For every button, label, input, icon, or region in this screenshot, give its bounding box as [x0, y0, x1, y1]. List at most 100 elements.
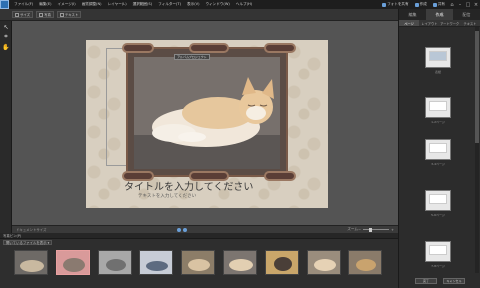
- page-thumbnail-content: [429, 245, 447, 255]
- move-tool-icon[interactable]: ↖: [2, 23, 10, 31]
- zoom-slider-knob[interactable]: [368, 227, 372, 232]
- bin-thumbnail[interactable]: [181, 250, 216, 275]
- menu-window[interactable]: ウィンドウ(W): [202, 2, 232, 7]
- option-photo-label: 写真: [44, 13, 51, 17]
- bin-thumbnail[interactable]: [97, 250, 132, 275]
- share-menu-button[interactable]: 共有: [430, 2, 448, 7]
- subtab-layout[interactable]: レイアウト: [419, 20, 439, 26]
- page-thumbnail[interactable]: [425, 241, 451, 262]
- cat-photo[interactable]: [134, 57, 280, 169]
- menu-right-group: フォトを共有 作成 共有 ⌂ – □ ×: [379, 1, 480, 9]
- checkbox-icon: [59, 12, 64, 17]
- page-thumbnail-content: [429, 101, 447, 111]
- ornament-right: [264, 43, 296, 53]
- zoom-slider[interactable]: [362, 227, 389, 232]
- options-bar: サイズ 写真 テキスト: [0, 9, 398, 21]
- tab-create[interactable]: 作成: [426, 9, 453, 20]
- option-photo[interactable]: 写真: [36, 11, 54, 18]
- menu-layer[interactable]: レイヤー(L): [105, 2, 130, 7]
- checkbox-icon: [15, 12, 19, 17]
- menu-view[interactable]: 表示(V): [184, 2, 202, 7]
- bin-thumbnail[interactable]: [222, 250, 257, 275]
- menu-image[interactable]: イメージ(I): [55, 2, 79, 7]
- create-menu-button[interactable]: 作成: [412, 2, 430, 7]
- photo-frame[interactable]: アルバムプロジェクト: [122, 43, 296, 181]
- option-size-label: サイズ: [20, 13, 31, 17]
- ornament-middle: [189, 43, 229, 53]
- app-icon[interactable]: [0, 0, 9, 9]
- zoom-in-icon[interactable]: +: [391, 228, 394, 232]
- menu-enhance[interactable]: 画質調整(N): [79, 2, 105, 7]
- panel-subtabs: ページ レイアウト アートワーク テキスト: [399, 20, 480, 27]
- bin-thumbnail-selected[interactable]: [55, 250, 90, 275]
- menu-edit[interactable]: 編集(E): [36, 2, 54, 7]
- bin-filter-dropdown[interactable]: 開いているファイルを表示 ▾: [3, 240, 53, 245]
- page-title-placeholder[interactable]: タイトルを入力してください: [124, 178, 253, 193]
- page-thumbnail[interactable]: [425, 190, 451, 211]
- page-label: 7-8ページ: [431, 264, 445, 268]
- page-thumbnail[interactable]: [425, 139, 451, 160]
- page-label: 5-6ページ: [431, 213, 445, 217]
- bin-filter-label: 開いているファイルを表示: [6, 241, 47, 245]
- page-label: 1-2ページ: [431, 120, 445, 124]
- create-menu-label: 作成: [419, 2, 427, 6]
- page-thumbnail[interactable]: [425, 47, 451, 68]
- photo-bin: 写真ビン(P) 開いているファイルを表示 ▾: [0, 233, 398, 288]
- share-photos-button[interactable]: フォトを共有: [379, 2, 412, 7]
- bin-thumbnail[interactable]: [264, 250, 299, 275]
- thumbnail-image: [265, 251, 298, 274]
- thumbnail-image: [307, 251, 340, 274]
- menu-filter[interactable]: フィルター(T): [155, 2, 184, 7]
- page-nav: [176, 227, 188, 232]
- tab-edit[interactable]: 編集: [399, 9, 426, 20]
- option-size[interactable]: サイズ: [12, 11, 34, 18]
- zoom-label: ズーム: [347, 227, 358, 231]
- option-text[interactable]: テキスト: [56, 11, 82, 18]
- subtab-artwork[interactable]: アートワーク: [440, 20, 460, 26]
- tab-share[interactable]: 配信: [453, 9, 480, 20]
- document-size: ドキュメントサイズ: [16, 228, 47, 232]
- thumbnail-image: [223, 251, 256, 274]
- menu-help[interactable]: ヘルプ(H): [233, 2, 255, 7]
- menu-file[interactable]: ファイル(F): [11, 2, 36, 7]
- page-label: 3-4ページ: [431, 162, 445, 166]
- ornament-right: [264, 171, 296, 181]
- bin-thumbnail[interactable]: [348, 250, 383, 275]
- thumbnail-image: [349, 251, 382, 274]
- minimize-icon[interactable]: –: [456, 1, 464, 9]
- close-icon[interactable]: ×: [472, 1, 480, 9]
- menu-bar: ファイル(F) 編集(E) イメージ(I) 画質調整(N) レイヤー(L) 選択…: [0, 0, 480, 9]
- share-icon: [382, 2, 387, 7]
- panel-tabs: 編集 作成 配信: [399, 9, 480, 20]
- cancel-button[interactable]: キャンセル: [443, 277, 465, 284]
- create-icon: [414, 2, 419, 7]
- right-panel: 編集 作成 配信 ページ レイアウト アートワーク テキスト 表紙 1-2ページ…: [398, 9, 480, 288]
- done-button[interactable]: 完了: [415, 277, 437, 284]
- hand-tool-icon[interactable]: ✋: [2, 43, 10, 51]
- scrollbar-thumb[interactable]: [475, 31, 479, 143]
- bin-thumbnail[interactable]: [14, 250, 48, 275]
- frame-chip[interactable]: アルバムプロジェクト: [174, 54, 210, 60]
- share-menu-icon: [432, 2, 437, 7]
- pages-scrollbar[interactable]: [475, 27, 479, 273]
- thumbnail-image: [140, 251, 173, 274]
- next-page-icon[interactable]: [183, 227, 188, 232]
- bin-thumbnail[interactable]: [306, 250, 341, 275]
- page-thumbnail[interactable]: [425, 97, 451, 118]
- subtab-text[interactable]: テキスト: [460, 20, 480, 26]
- menu-select[interactable]: 選択範囲(S): [130, 2, 155, 7]
- crop-tool-icon[interactable]: ⌗: [2, 33, 10, 41]
- page-subtitle-placeholder[interactable]: テキストを入力してください: [138, 193, 196, 199]
- checkbox-icon: [39, 12, 44, 17]
- toolbox: ↖ ⌗ ✋: [0, 21, 12, 240]
- zoom-out-icon[interactable]: −: [358, 228, 361, 232]
- page-label: 表紙: [434, 70, 441, 74]
- bin-thumbnail[interactable]: [139, 250, 174, 275]
- photo-bin-filter: 開いているファイルを表示 ▾: [0, 239, 398, 246]
- prev-page-icon[interactable]: [177, 227, 182, 232]
- album-page[interactable]: アルバムプロジェクト タイトルを入力してください テキストを入力してください: [86, 40, 328, 208]
- maximize-icon[interactable]: □: [464, 1, 472, 9]
- subtab-pages[interactable]: ページ: [399, 20, 420, 26]
- share-menu-label: 共有: [437, 2, 445, 6]
- home-icon[interactable]: ⌂: [448, 1, 456, 9]
